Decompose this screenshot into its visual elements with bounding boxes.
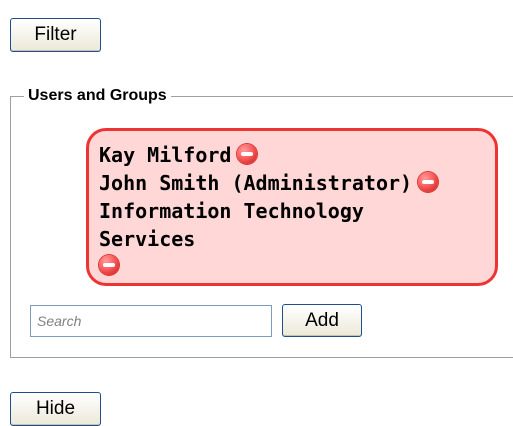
selected-item-label: Kay Milford xyxy=(99,143,232,167)
add-button[interactable]: Add xyxy=(282,304,362,337)
remove-icon[interactable] xyxy=(237,144,258,164)
search-input[interactable] xyxy=(30,305,272,337)
selected-item-label: Information Technology Services xyxy=(99,199,364,251)
users-and-groups-legend: Users and Groups xyxy=(24,86,171,106)
selected-users-box: Kay Milford John Smith (Administrator) I… xyxy=(86,128,498,286)
fieldset-bottom-border xyxy=(10,357,513,358)
selected-item-kay-milford: Kay Milford xyxy=(99,141,495,169)
hide-button[interactable]: Hide xyxy=(10,392,101,426)
selected-item-information-technology-services: Information Technology Services xyxy=(99,197,429,275)
selected-item-label: John Smith (Administrator) xyxy=(99,171,413,195)
selected-item-john-smith: John Smith (Administrator) xyxy=(99,169,495,197)
fieldset-left-border xyxy=(10,96,11,358)
remove-icon[interactable] xyxy=(99,255,119,275)
filter-button[interactable]: Filter xyxy=(10,18,101,52)
remove-icon[interactable] xyxy=(418,172,439,192)
